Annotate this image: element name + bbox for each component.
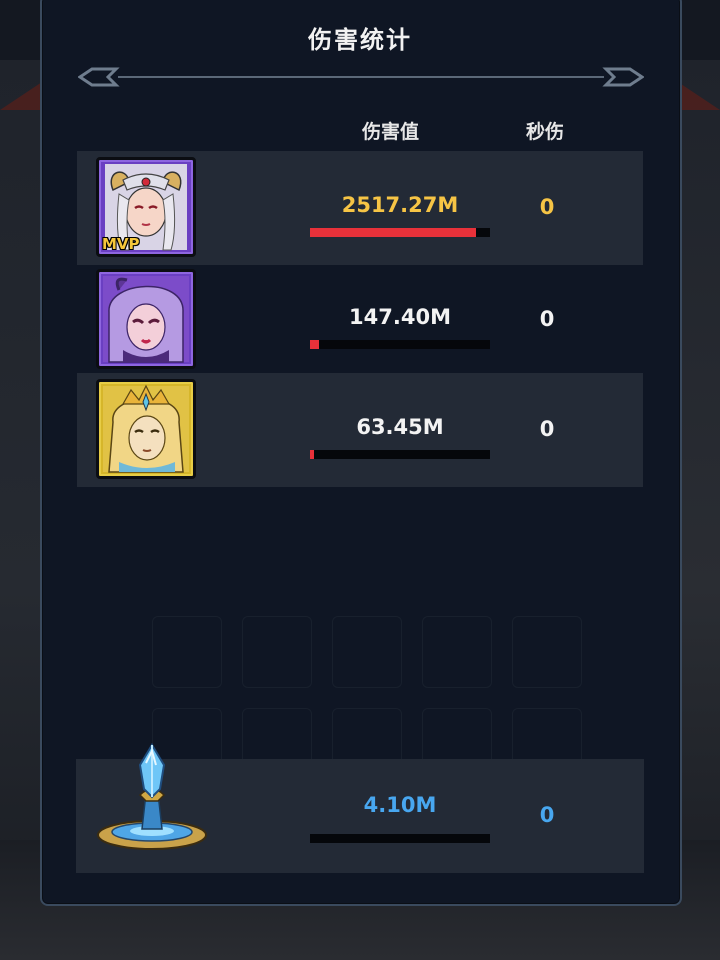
panel-title: 伤害统计 bbox=[308, 26, 412, 54]
golden-crowned-hero-icon bbox=[103, 384, 189, 473]
summon-damage-value: 4.10M bbox=[363, 793, 437, 817]
damage-bar-fill bbox=[310, 450, 314, 459]
dps-value: 0 bbox=[539, 417, 555, 441]
damage-value: 63.45M bbox=[356, 415, 444, 439]
dps-value: 0 bbox=[539, 307, 555, 331]
hero-avatar[interactable] bbox=[96, 379, 196, 479]
summon-damage-bar bbox=[310, 834, 490, 843]
damage-row: 147.40M 0 bbox=[77, 263, 643, 377]
damage-row: MVP 2517.27M 0 bbox=[77, 151, 643, 265]
column-header-dps: 秒伤 bbox=[526, 121, 565, 143]
purple-haired-heroine-icon bbox=[103, 276, 189, 363]
background-reward-grid bbox=[152, 616, 582, 780]
crystal-altar-icon bbox=[97, 743, 207, 850]
summon-damage-row: 4.10M 0 bbox=[76, 743, 644, 873]
damage-bar bbox=[310, 450, 490, 459]
dps-value: 0 bbox=[539, 195, 555, 219]
damage-row: 63.45M 0 bbox=[77, 373, 643, 487]
hero-avatar[interactable]: MVP bbox=[96, 157, 196, 257]
damage-bar-fill bbox=[310, 228, 476, 237]
mvp-badge: MVP bbox=[102, 235, 140, 253]
damage-bar bbox=[310, 228, 490, 237]
title-divider bbox=[78, 67, 644, 87]
damage-value: 2517.27M bbox=[341, 193, 459, 217]
summon-dps-value: 0 bbox=[539, 803, 555, 827]
damage-bar bbox=[310, 340, 490, 349]
column-header-damage: 伤害值 bbox=[362, 121, 420, 143]
damage-value: 147.40M bbox=[349, 305, 451, 329]
hero-avatar[interactable] bbox=[96, 269, 196, 369]
damage-bar-fill bbox=[310, 340, 319, 349]
